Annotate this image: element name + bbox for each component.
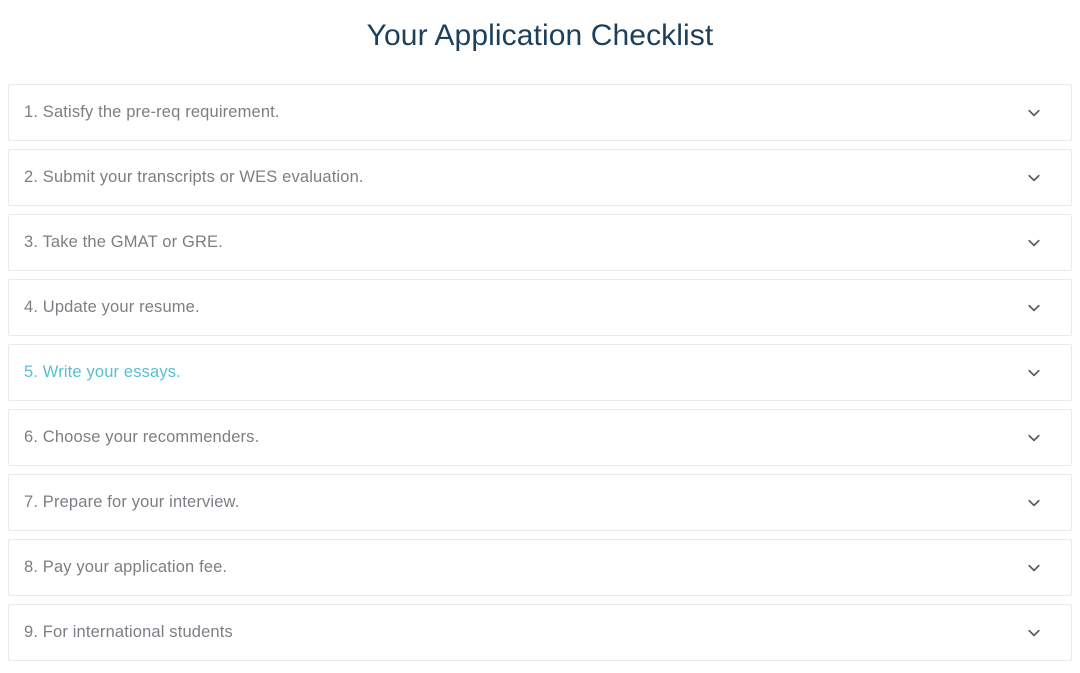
accordion-item-label: 4. Update your resume. <box>24 297 200 316</box>
chevron-down-icon[interactable] <box>1025 234 1043 252</box>
accordion-item-9[interactable]: 9. For international students <box>8 604 1072 661</box>
accordion-item-4[interactable]: 4. Update your resume. <box>8 279 1072 336</box>
accordion-item-label: 5. Write your essays. <box>24 362 181 381</box>
page-title: Your Application Checklist <box>366 19 714 52</box>
accordion-item-label: 8. Pay your application fee. <box>24 557 228 576</box>
chevron-down-icon[interactable] <box>1025 104 1043 122</box>
chevron-down-icon[interactable] <box>1025 494 1043 512</box>
chevron-down-icon[interactable] <box>1025 299 1043 317</box>
accordion-item-label: 1. Satisfy the pre-req requirement. <box>24 102 280 121</box>
accordion-item-2[interactable]: 2. Submit your transcripts or WES evalua… <box>8 149 1072 206</box>
accordion-item-label: 2. Submit your transcripts or WES evalua… <box>24 167 364 186</box>
accordion-item-8[interactable]: 8. Pay your application fee. <box>8 539 1072 596</box>
accordion-item-5[interactable]: 5. Write your essays. <box>8 344 1072 401</box>
accordion-item-label: 6. Choose your recommenders. <box>24 427 260 446</box>
accordion-item-label: 9. For international students <box>24 622 233 641</box>
accordion-item-3[interactable]: 3. Take the GMAT or GRE. <box>8 214 1072 271</box>
application-checklist-accordion: 1. Satisfy the pre-req requirement. 2. Su… <box>8 84 1072 661</box>
accordion-item-7[interactable]: 7. Prepare for your interview. <box>8 474 1072 531</box>
chevron-down-icon[interactable] <box>1025 364 1043 382</box>
chevron-down-icon[interactable] <box>1025 429 1043 447</box>
chevron-down-icon[interactable] <box>1025 559 1043 577</box>
accordion-item-1[interactable]: 1. Satisfy the pre-req requirement. <box>8 84 1072 141</box>
accordion-item-label: 7. Prepare for your interview. <box>24 492 240 511</box>
chevron-down-icon[interactable] <box>1025 624 1043 642</box>
accordion-item-label: 3. Take the GMAT or GRE. <box>24 232 223 251</box>
accordion-item-6[interactable]: 6. Choose your recommenders. <box>8 409 1072 466</box>
checklist-page: Your Application Checklist 1. Satisfy th… <box>0 0 1080 673</box>
chevron-down-icon[interactable] <box>1025 169 1043 187</box>
